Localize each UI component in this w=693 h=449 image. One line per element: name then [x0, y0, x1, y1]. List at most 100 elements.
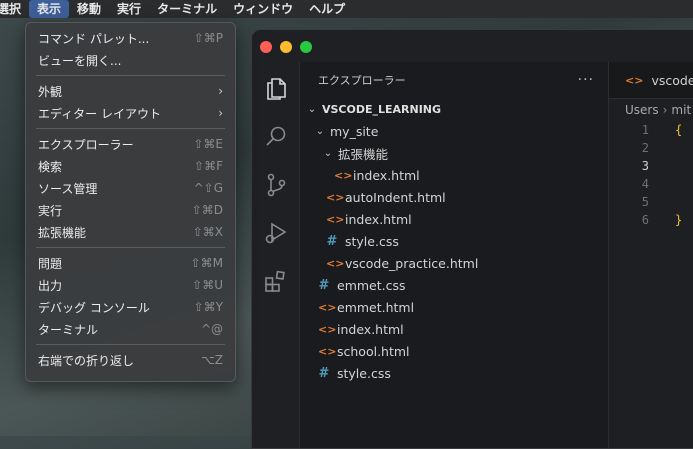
menu-item-shortcut: ⇧⌘M — [190, 256, 223, 270]
zoom-window-button[interactable] — [300, 41, 312, 53]
editor-tab[interactable]: <> vscode_ — [609, 73, 693, 88]
explorer-sidebar: エクスプローラー ··· ⌄ VSCODE_LEARNING ⌄ my_site ⌄… — [300, 62, 609, 448]
menu-item-appearance[interactable]: 外観 › — [26, 80, 235, 102]
tree-file[interactable]: <> vscode_practice.html — [300, 252, 608, 274]
file-tree: ⌄ my_site ⌄ 拡張機能 <> index.html <> autoIndent.ht… — [300, 120, 608, 384]
html-file-icon: <> — [318, 300, 337, 314]
line-number: 6 — [641, 213, 649, 227]
menu-item-shortcut: ⇧⌘X — [192, 225, 223, 239]
tree-file[interactable]: <> emmet.html — [300, 296, 608, 318]
code-line[interactable]: 1{ — [609, 121, 693, 139]
tree-item-label: emmet.css — [337, 277, 406, 293]
tree-root-folder[interactable]: ⌄ VSCODE_LEARNING — [300, 98, 608, 120]
explorer-header: エクスプローラー ··· — [300, 62, 608, 98]
html-file-icon: <> — [318, 322, 337, 336]
tree-file[interactable]: # emmet.css — [300, 274, 608, 296]
explorer-title: エクスプローラー — [318, 74, 406, 87]
more-actions-icon[interactable]: ··· — [578, 72, 594, 88]
source-control-icon[interactable] — [263, 172, 289, 198]
menu-item-shortcut: ⌥Z — [200, 353, 223, 367]
code-line[interactable]: 5 — [609, 193, 693, 211]
menu-item-label: ターミナル — [38, 322, 99, 337]
menu-view[interactable]: 表示 — [29, 0, 70, 18]
search-icon[interactable] — [263, 124, 289, 150]
menu-item-extensions[interactable]: 拡張機能 ⇧⌘X — [26, 221, 235, 243]
tree-item-label: vscode_practice.html — [345, 255, 479, 271]
tree-item-label: school.html — [337, 343, 410, 359]
menu-item-label: ソース管理 — [38, 181, 98, 196]
menu-item-label: 検索 — [38, 159, 63, 174]
files-icon[interactable] — [263, 76, 289, 102]
menu-item-source-control[interactable]: ソース管理 ^⇧G — [26, 177, 235, 199]
html-file-icon: <> — [326, 212, 345, 226]
menu-item-label: 実行 — [38, 203, 63, 218]
line-number: 4 — [641, 177, 649, 191]
menu-item-label: 問題 — [38, 256, 63, 271]
menu-item-label: エクスプローラー — [38, 137, 134, 152]
tree-item-label: emmet.html — [337, 299, 415, 315]
close-window-button[interactable] — [260, 41, 272, 53]
menu-item-shortcut: ⇧⌘F — [194, 159, 223, 173]
menu-item-label: デバッグ コンソール — [38, 300, 150, 315]
menu-terminal[interactable]: ターミナル — [149, 0, 225, 18]
code-line[interactable]: 6} — [609, 211, 693, 229]
menu-item-debug-console[interactable]: デバッグ コンソール ⇧⌘Y — [26, 296, 235, 318]
tree-file[interactable]: <> autoIndent.html — [300, 186, 608, 208]
menu-item-shortcut: ^⇧G — [193, 181, 223, 195]
tree-file[interactable]: # style.css — [300, 362, 608, 384]
tree-file[interactable]: <> index.html — [300, 318, 608, 340]
line-number: 3 — [641, 159, 649, 173]
view-menu-dropdown: コマンド パレット... ⇧⌘P ビューを開く... 外観 › エディター レイ… — [25, 22, 236, 382]
menu-item-shortcut: ^@ — [200, 322, 223, 336]
menu-item-label: コマンド パレット... — [38, 31, 150, 46]
line-number: 5 — [641, 195, 649, 209]
chevron-down-icon: ⌄ — [323, 147, 333, 159]
minimize-window-button[interactable] — [280, 41, 292, 53]
menu-go[interactable]: 移動 — [69, 0, 109, 18]
tree-file[interactable]: # style.css — [300, 230, 608, 252]
tree-file[interactable]: <> index.html — [300, 208, 608, 230]
activity-bar — [252, 62, 300, 448]
extensions-icon[interactable] — [263, 268, 289, 294]
css-file-icon: # — [318, 277, 330, 293]
code-line[interactable]: 3 — [609, 157, 693, 175]
menu-item-editor-layout[interactable]: エディター レイアウト › — [26, 102, 235, 124]
menu-select[interactable]: 選択 — [0, 0, 29, 18]
menu-item-command-palette[interactable]: コマンド パレット... ⇧⌘P — [26, 27, 235, 49]
menu-help[interactable]: ヘルプ — [301, 0, 353, 18]
menu-item-shortcut: ⇧⌘E — [193, 137, 223, 151]
run-debug-icon[interactable] — [263, 220, 289, 246]
menu-item-label: エディター レイアウト — [38, 106, 161, 121]
html-file-icon: <> — [326, 190, 345, 204]
code-line[interactable]: 2 — [609, 139, 693, 157]
menu-item-shortcut: ⇧⌘D — [191, 203, 223, 217]
tree-file[interactable]: <> index.html — [300, 164, 608, 186]
tree-folder[interactable]: ⌄ 拡張機能 — [300, 142, 608, 164]
menu-item-output[interactable]: 出力 ⇧⌘U — [26, 274, 235, 296]
editor-tab-label: vscode_ — [651, 72, 693, 88]
tree-item-label: 拡張機能 — [338, 146, 389, 162]
menu-item-label: 外観 — [38, 84, 63, 99]
menu-window[interactable]: ウィンドウ — [225, 0, 301, 18]
chevron-right-icon: › — [218, 84, 223, 98]
editor-tab-bar: <> vscode_ — [609, 62, 693, 99]
menu-item-terminal[interactable]: ターミナル ^@ — [26, 318, 235, 340]
breadcrumb-item[interactable]: Users — [625, 103, 659, 117]
tree-item-label: index.html — [353, 167, 420, 183]
menu-item-run[interactable]: 実行 ⇧⌘D — [26, 199, 235, 221]
menu-item-explorer[interactable]: エクスプローラー ⇧⌘E — [26, 133, 235, 155]
code-line[interactable]: 4 — [609, 175, 693, 193]
editor-area: <> vscode_ Users › mit 1{23456} — [609, 62, 693, 448]
menu-item-word-wrap[interactable]: 右端での折り返し ⌥Z — [26, 349, 235, 371]
menu-item-label: 出力 — [38, 278, 63, 293]
breadcrumb-item[interactable]: mit — [671, 103, 691, 117]
code-text: } — [675, 213, 683, 227]
menu-item-problems[interactable]: 問題 ⇧⌘M — [26, 252, 235, 274]
menu-separator — [36, 75, 225, 76]
menu-item-search[interactable]: 検索 ⇧⌘F — [26, 155, 235, 177]
tree-folder[interactable]: ⌄ my_site — [300, 120, 608, 142]
menu-run[interactable]: 実行 — [109, 0, 149, 18]
menu-item-open-view[interactable]: ビューを開く... — [26, 49, 235, 71]
code-view[interactable]: 1{2 3 4 5 6} — [609, 121, 693, 229]
tree-file[interactable]: <> school.html — [300, 340, 608, 362]
